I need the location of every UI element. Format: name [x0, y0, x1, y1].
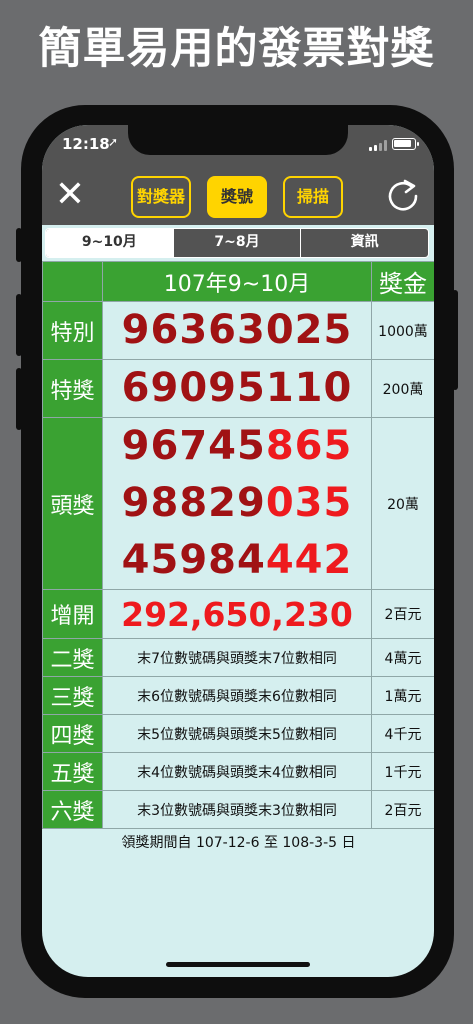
grand-prize-label: 特獎 — [42, 359, 103, 418]
refresh-icon[interactable] — [385, 177, 421, 215]
first-prize-number: 96745865 — [121, 423, 353, 469]
prize-label: 五獎 — [42, 752, 103, 791]
first-prize-amount: 20萬 — [371, 417, 434, 590]
phone-notch — [128, 125, 348, 155]
checker-button[interactable]: 對獎器 — [131, 176, 191, 218]
prize-amount: 4萬元 — [371, 638, 434, 677]
prize-rule: 末6位數號碼與頭獎末6位數相同 — [102, 676, 372, 715]
headline: 簡單易用的發票對獎 — [38, 24, 435, 74]
grand-prize-amount: 200萬 — [371, 359, 434, 418]
location-arrow-icon: ➚ — [108, 135, 119, 149]
grand-prize-row: 特獎 69095110 200萬 — [42, 359, 434, 418]
header-amount: 獎金 — [371, 261, 434, 302]
app-screen: 12:18 ➚ ✕ 對獎器 獎號 掃描 9~10月 7~8月 資訊 107年9~… — [42, 125, 434, 977]
extra-prize-label: 增開 — [42, 589, 103, 639]
table-row: 二獎 末7位數號碼與頭獎末7位數相同 4萬元 — [42, 638, 434, 677]
header-period: 107年9~10月 — [102, 261, 372, 302]
prize-amount: 1千元 — [371, 752, 434, 791]
special-prize-amount: 1000萬 — [371, 301, 434, 360]
extra-prize-amount: 2百元 — [371, 589, 434, 639]
first-prize-number: 45984442 — [121, 537, 353, 583]
extra-prize-numbers: 292,650,230 — [102, 589, 372, 639]
prize-rule: 末7位數號碼與頭獎末7位數相同 — [102, 638, 372, 677]
prize-rule: 末3位數號碼與頭獎末3位數相同 — [102, 790, 372, 829]
first-prize-number: 98829035 — [121, 480, 353, 526]
claim-period-row: 領獎期間自 107-12-6 至 108-3-5 日 — [43, 829, 435, 853]
prize-amount: 4千元 — [371, 714, 434, 753]
tab-info[interactable]: 資訊 — [301, 229, 428, 257]
table-row: 六獎 末3位數號碼與頭獎末3位數相同 2百元 — [42, 790, 434, 829]
first-prize-row: 頭獎 96745865 98829035 45984442 20萬 — [42, 417, 434, 590]
first-prize-numbers: 96745865 98829035 45984442 — [102, 417, 372, 590]
toolbar: ✕ 對獎器 獎號 掃描 — [42, 167, 434, 225]
status-time: 12:18 — [62, 135, 110, 153]
period-tabs: 9~10月 7~8月 資訊 — [45, 228, 429, 258]
special-prize-row: 特別 96363025 1000萬 — [42, 301, 434, 360]
battery-icon — [392, 138, 419, 150]
tab-sep-oct[interactable]: 9~10月 — [46, 229, 174, 257]
home-indicator[interactable] — [166, 962, 310, 967]
claim-period: 領獎期間自 107-12-6 至 108-3-5 日 — [121, 835, 356, 851]
header-blank — [42, 261, 103, 302]
table-row: 三獎 末6位數號碼與頭獎末6位數相同 1萬元 — [42, 676, 434, 715]
prize-label: 四獎 — [42, 714, 103, 753]
scan-button[interactable]: 掃描 — [283, 176, 343, 218]
prize-label: 六獎 — [42, 790, 103, 829]
tab-jul-aug[interactable]: 7~8月 — [174, 229, 302, 257]
extra-prize-row: 增開 292,650,230 2百元 — [42, 589, 434, 639]
signal-icon — [369, 140, 387, 151]
table-header-row: 107年9~10月 獎金 — [42, 261, 434, 302]
special-prize-label: 特別 — [42, 301, 103, 360]
prize-table: 107年9~10月 獎金 特別 96363025 1000萬 特獎 690951… — [42, 261, 434, 852]
table-row: 四獎 末5位數號碼與頭獎末5位數相同 4千元 — [42, 714, 434, 753]
special-prize-number: 96363025 — [102, 301, 372, 360]
prize-rule: 末4位數號碼與頭獎末4位數相同 — [102, 752, 372, 791]
grand-prize-number: 69095110 — [102, 359, 372, 418]
prize-amount: 1萬元 — [371, 676, 434, 715]
prize-rule: 末5位數號碼與頭獎末5位數相同 — [102, 714, 372, 753]
first-prize-label: 頭獎 — [42, 417, 103, 590]
prize-label: 三獎 — [42, 676, 103, 715]
prize-label: 二獎 — [42, 638, 103, 677]
close-icon[interactable]: ✕ — [54, 175, 86, 215]
table-row: 五獎 末4位數號碼與頭獎末4位數相同 1千元 — [42, 752, 434, 791]
numbers-button[interactable]: 獎號 — [207, 176, 267, 218]
prize-amount: 2百元 — [371, 790, 434, 829]
